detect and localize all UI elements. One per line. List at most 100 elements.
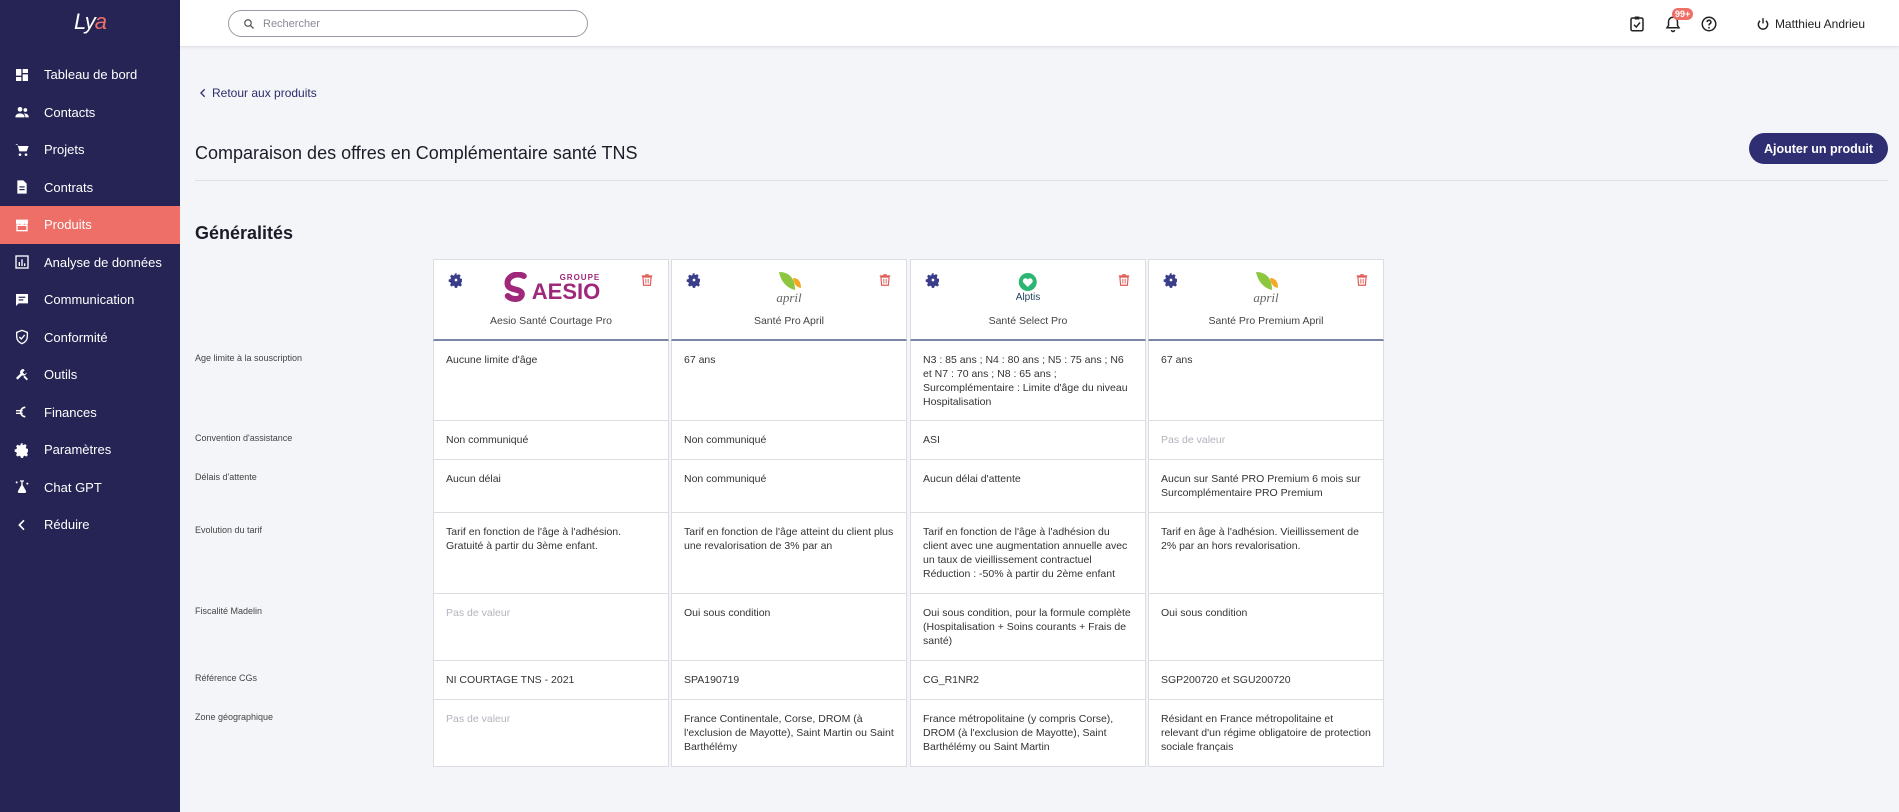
sidebar-item-chart[interactable]: Analyse de données xyxy=(0,244,180,282)
aesio-logo-text: AESIO xyxy=(531,278,601,304)
table-cell: Oui sous condition xyxy=(671,594,907,661)
search-box[interactable] xyxy=(228,10,588,37)
april-logo-text: april xyxy=(776,290,802,305)
table-cell: Tarif en fonction de l'âge à l'adhésion.… xyxy=(433,513,669,594)
settings-gear-icon[interactable] xyxy=(686,272,702,288)
section-title: Généralités xyxy=(195,223,294,243)
sidebar-item-chevron-left[interactable]: Réduire xyxy=(0,506,180,544)
sidebar-item-label: Paramètres xyxy=(44,442,112,458)
message-icon xyxy=(14,292,30,308)
chart-icon xyxy=(14,254,30,270)
notifications-button[interactable]: 99+ xyxy=(1664,7,1694,33)
sidebar-item-dashboard[interactable]: Tableau de bord xyxy=(0,56,180,94)
table-cell: Non communiqué xyxy=(671,421,907,460)
alptis-logo-text: Alptis xyxy=(1015,291,1041,303)
table-cell: ASI xyxy=(910,421,1146,460)
delete-trash-icon[interactable] xyxy=(640,272,654,288)
table-cell: NI COURTAGE TNS - 2021 xyxy=(433,661,669,700)
gear-icon xyxy=(14,442,30,458)
table-cell: SPA190719 xyxy=(671,661,907,700)
product-name: Santé Select Pro xyxy=(988,315,1068,327)
logo-accent: a xyxy=(94,9,107,34)
search-icon xyxy=(244,18,254,29)
top-bar: 99+ Matthieu Andrieu xyxy=(180,0,1899,47)
add-product-button[interactable]: Ajouter un produit xyxy=(1749,133,1888,164)
table-cell: Tarif en âge à l'adhésion. Vieillissemen… xyxy=(1148,513,1384,594)
delete-trash-icon[interactable] xyxy=(1117,272,1131,288)
sidebar-item-chat-gpt[interactable]: Chat GPT xyxy=(0,469,180,507)
sidebar-item-message[interactable]: Communication xyxy=(0,281,180,319)
table-cell: Pas de valeur xyxy=(433,594,669,661)
dashboard-icon xyxy=(14,67,30,83)
sidebar-item-cart[interactable]: Projets xyxy=(0,131,180,169)
table-cell: Aucun délai xyxy=(433,460,669,513)
back-to-products-link[interactable]: Retour aux produits xyxy=(198,86,317,100)
user-name: Matthieu Andrieu xyxy=(1774,16,1865,31)
sidebar-item-shield[interactable]: Conformité xyxy=(0,319,180,357)
chevron-left-icon xyxy=(14,517,30,533)
logo-main: Ly xyxy=(73,9,96,34)
table-cell: 67 ans xyxy=(671,341,907,421)
sidebar-item-tools[interactable]: Outils xyxy=(0,356,180,394)
sidebar-item-label: Réduire xyxy=(44,517,90,533)
chevron-left-icon xyxy=(200,88,206,98)
sidebar-item-label: Tableau de bord xyxy=(44,67,138,83)
table-cell: Pas de valeur xyxy=(433,700,669,767)
april-logo-icon xyxy=(1256,272,1278,290)
sidebar-item-store[interactable]: Produits xyxy=(0,206,180,244)
user-menu[interactable]: Matthieu Andrieu xyxy=(1756,17,1865,31)
product-name: Aesio Santé Courtage Pro xyxy=(490,315,612,327)
april-logo-text: april xyxy=(1253,290,1279,305)
product-name: Santé Pro Premium April xyxy=(1208,315,1324,327)
table-cell: Aucune limite d'âge xyxy=(433,341,669,421)
sidebar-item-euro[interactable]: Finances xyxy=(0,394,180,432)
row-label: Age limite à la souscription xyxy=(195,353,303,363)
tools-icon xyxy=(14,367,30,383)
product-header: april Santé Pro Premium April xyxy=(1148,259,1384,341)
product-logo: Alptis xyxy=(1016,270,1040,304)
chat-gpt-icon xyxy=(14,479,30,495)
row-label: Référence CGs xyxy=(195,673,258,683)
aesio-logo-icon xyxy=(504,272,527,302)
sidebar-nav: Tableau de bord Contacts Projets Contrats Pr… xyxy=(0,56,180,544)
back-label: Retour aux produits xyxy=(212,86,317,100)
settings-gear-icon[interactable] xyxy=(448,272,464,288)
tasks-button[interactable] xyxy=(1628,15,1646,33)
delete-trash-icon[interactable] xyxy=(1355,272,1369,288)
table-cell: 67 ans xyxy=(1148,341,1384,421)
product-name: Santé Pro April xyxy=(753,315,825,327)
table-cell: Pas de valeur xyxy=(1148,421,1384,460)
sidebar-item-label: Conformité xyxy=(44,329,108,345)
table-cell: France métropolitaine (y compris Corse),… xyxy=(910,700,1146,767)
shield-icon xyxy=(14,329,30,345)
table-cell: Non communiqué xyxy=(433,421,669,460)
sidebar-item-label: Finances xyxy=(44,404,97,420)
settings-gear-icon[interactable] xyxy=(1163,272,1179,288)
table-cell: Oui sous condition xyxy=(1148,594,1384,661)
row-label: Fiscalité Madelin xyxy=(195,606,263,616)
table-cell: Aucun sur Santé PRO Premium 6 mois sur S… xyxy=(1148,460,1384,513)
sidebar-item-document[interactable]: Contrats xyxy=(0,169,180,207)
app-logo[interactable]: Lya xyxy=(0,0,180,44)
task-check-icon xyxy=(1630,16,1644,31)
row-label: Zone géographique xyxy=(195,712,274,722)
settings-gear-icon[interactable] xyxy=(925,272,941,288)
cart-icon xyxy=(14,142,30,158)
table-cell: Tarif en fonction de l'âge atteint du cl… xyxy=(671,513,907,594)
store-icon xyxy=(14,217,30,233)
help-button[interactable] xyxy=(1700,15,1718,33)
product-logo: april xyxy=(775,270,803,304)
sidebar-item-contacts[interactable]: Contacts xyxy=(0,94,180,132)
sidebar-item-label: Contacts xyxy=(44,104,96,120)
april-logo-icon xyxy=(779,272,801,290)
product-logo: GROUPE AESIO xyxy=(502,270,600,304)
product-header: april Santé Pro April xyxy=(671,259,907,341)
sidebar-item-label: Contrats xyxy=(44,179,94,195)
delete-trash-icon[interactable] xyxy=(878,272,892,288)
search-input[interactable] xyxy=(263,17,563,30)
help-icon xyxy=(1701,16,1717,31)
contacts-icon xyxy=(14,104,30,120)
table-cell: Résidant en France métropolitaine et rel… xyxy=(1148,700,1384,767)
sidebar-item-gear[interactable]: Paramètres xyxy=(0,431,180,469)
table-cell: Tarif en fonction de l'âge à l'adhésion … xyxy=(910,513,1146,594)
